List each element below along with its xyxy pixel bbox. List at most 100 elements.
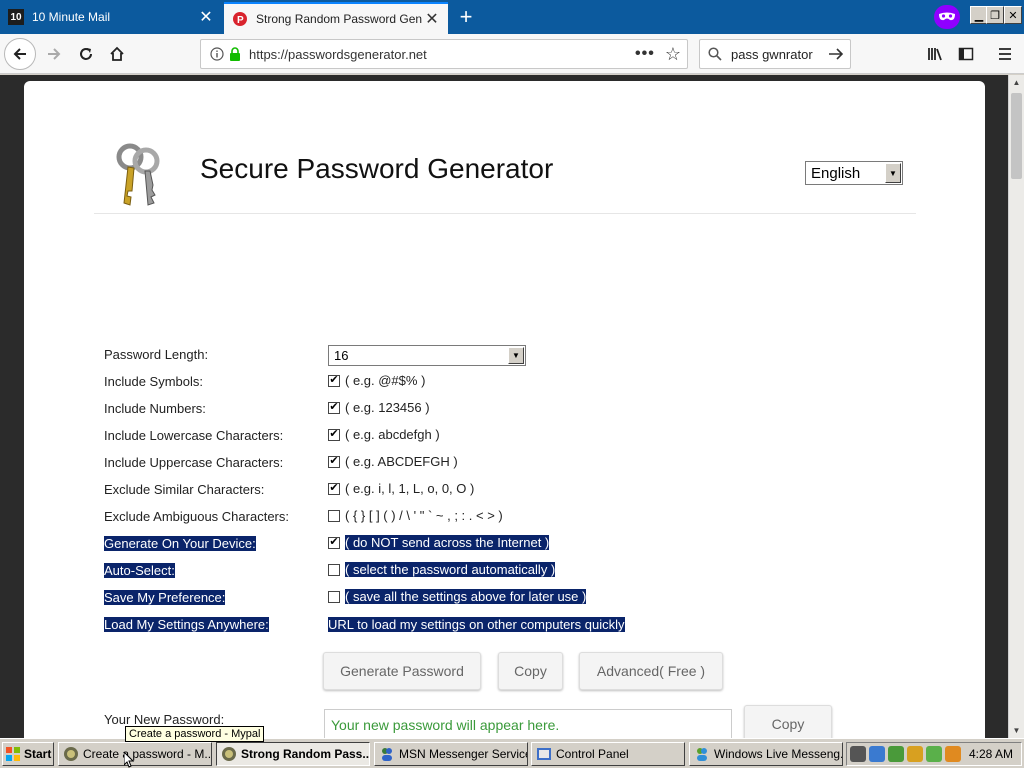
sidebar-button[interactable]	[950, 38, 982, 70]
taskbar-item-windows-live[interactable]: Windows Live Messeng...	[689, 742, 843, 766]
tab-10-minute-mail[interactable]: 10 10 Minute Mail ✕	[0, 0, 222, 34]
scrollbar-thumb[interactable]	[1011, 93, 1022, 179]
start-button[interactable]: Start	[2, 742, 54, 766]
url-text[interactable]: https://passwordsgenerator.net	[249, 47, 635, 62]
new-tab-icon[interactable]: +	[454, 4, 478, 29]
include-numbers-option: ✔ ( e.g. 123456 )	[328, 400, 430, 415]
taskbar-item-msn[interactable]: MSN Messenger Service	[374, 742, 528, 766]
exclude-ambiguous-option: ( { } [ ] ( ) / \ ' " ` ~ , ; : . < > )	[328, 508, 503, 523]
auto-select-checkbox[interactable]	[328, 563, 340, 576]
search-bar[interactable]: pass gwnrator	[699, 39, 851, 69]
hamburger-menu-icon	[999, 48, 1011, 60]
forward-button[interactable]	[38, 38, 70, 70]
include-uppercase-option: ✔ ( e.g. ABCDEFGH )	[328, 454, 458, 469]
auto-select-hint: ( select the password automatically )	[345, 562, 556, 577]
language-select[interactable]: English ▼	[805, 161, 903, 185]
exclude-similar-checkbox[interactable]: ✔	[328, 482, 340, 495]
generate-on-device-checkbox[interactable]: ✔	[328, 536, 340, 549]
include-symbols-label: Include Symbols:	[104, 374, 203, 389]
tab-title: 10 Minute Mail	[32, 10, 111, 24]
search-icon	[708, 47, 722, 61]
language-value: English	[811, 164, 861, 182]
windows-flag-icon	[6, 747, 20, 761]
auto-select-label: Auto-Select:	[104, 563, 175, 578]
new-password-field[interactable]: Your new password will appear here.	[324, 709, 732, 738]
include-lowercase-hint: ( e.g. abcdefgh )	[345, 427, 440, 442]
search-go-arrow-icon[interactable]	[828, 47, 844, 61]
tenminutemail-favicon-icon: 10	[8, 9, 24, 25]
taskbar-item-password-generator[interactable]: Strong Random Pass...	[216, 742, 370, 766]
generate-on-device-hint: ( do NOT send across the Internet )	[345, 535, 550, 550]
start-label: Start	[24, 747, 52, 761]
include-numbers-hint: ( e.g. 123456 )	[345, 400, 430, 415]
security-shield-tray-icon[interactable]	[907, 746, 923, 762]
include-lowercase-checkbox[interactable]: ✔	[328, 428, 340, 441]
copy-button[interactable]: Copy	[498, 652, 563, 690]
restore-window-button[interactable]: ❐	[986, 6, 1004, 24]
exclude-ambiguous-checkbox[interactable]	[328, 509, 340, 522]
new-password-label: Your New Password:	[104, 712, 225, 727]
include-symbols-option: ✔ ( e.g. @#$% )	[328, 373, 425, 388]
page-actions-icon[interactable]: •••	[635, 45, 655, 63]
info-icon[interactable]	[210, 47, 224, 61]
advanced-button[interactable]: Advanced( Free )	[579, 652, 723, 690]
navigation-toolbar: https://passwordsgenerator.net ••• ☆ pas…	[0, 34, 1024, 74]
include-uppercase-hint: ( e.g. ABCDEFGH )	[345, 454, 458, 469]
exclude-ambiguous-label: Exclude Ambiguous Characters:	[104, 509, 289, 524]
include-symbols-checkbox[interactable]: ✔	[328, 374, 340, 387]
page-scrollbar[interactable]: ▲ ▼	[1008, 75, 1024, 738]
generate-on-device-label: Generate On Your Device:	[104, 536, 256, 551]
password-length-select[interactable]: 16 ▼	[328, 345, 526, 366]
home-button[interactable]	[101, 38, 133, 70]
header-divider	[94, 213, 916, 214]
generate-password-button[interactable]: Generate Password	[323, 652, 481, 690]
tab-strip: 10 10 Minute Mail ✕ P Strong Random Pass…	[0, 0, 1024, 34]
lock-icon[interactable]	[229, 47, 241, 61]
mouse-cursor-icon	[124, 752, 134, 768]
copy-new-password-button[interactable]: Copy	[744, 705, 832, 738]
chevron-down-icon[interactable]: ▼	[885, 163, 901, 183]
messenger-tray-icon[interactable]	[888, 746, 904, 762]
network-tray-icon[interactable]	[869, 746, 885, 762]
search-tray-icon[interactable]	[945, 746, 961, 762]
close-tab-icon[interactable]: ✕	[422, 9, 442, 29]
taskbar-item-control-panel[interactable]: Control Panel	[531, 742, 685, 766]
taskbar-item-label: Strong Random Pass...	[241, 747, 370, 761]
search-input[interactable]: pass gwnrator	[731, 47, 828, 62]
keys-logo-icon	[116, 143, 160, 206]
page-card: Secure Password Generator English ▼ Pass…	[24, 81, 985, 738]
library-button[interactable]	[919, 38, 951, 70]
tab-title: Strong Random Password Generat	[256, 12, 422, 26]
home-icon	[110, 46, 124, 61]
back-button[interactable]	[4, 38, 36, 70]
save-preference-option: ( save all the settings above for later …	[328, 589, 587, 604]
password-length-label: Password Length:	[104, 347, 209, 362]
control-panel-icon	[537, 748, 551, 760]
reload-button[interactable]	[70, 38, 102, 70]
save-preference-hint: ( save all the settings above for later …	[345, 589, 587, 604]
menu-button[interactable]	[989, 38, 1021, 70]
exclude-ambiguous-hint: ( { } [ ] ( ) / \ ' " ` ~ , ; : . < > )	[345, 508, 503, 523]
url-bar[interactable]: https://passwordsgenerator.net ••• ☆	[200, 39, 688, 69]
save-preference-checkbox[interactable]	[328, 590, 340, 603]
close-tab-icon[interactable]: ✕	[196, 7, 216, 27]
include-lowercase-option: ✔ ( e.g. abcdefgh )	[328, 427, 440, 442]
private-browsing-mask-icon	[934, 5, 960, 29]
update-tray-icon[interactable]	[926, 746, 942, 762]
taskbar-item-label: Create a password - M...	[83, 747, 212, 761]
chevron-down-icon[interactable]: ▼	[508, 347, 524, 364]
keyboard-tray-icon[interactable]	[850, 746, 866, 762]
load-settings-label: Load My Settings Anywhere:	[104, 617, 269, 632]
taskbar-item-mypal[interactable]: Create a password - M...	[58, 742, 212, 766]
scroll-down-icon[interactable]: ▼	[1009, 723, 1024, 738]
close-window-button[interactable]: ✕	[1004, 6, 1022, 24]
include-uppercase-checkbox[interactable]: ✔	[328, 455, 340, 468]
bookmark-star-icon[interactable]: ☆	[665, 44, 681, 65]
mypal-app-icon	[64, 747, 78, 761]
tab-password-generator[interactable]: P Strong Random Password Generat ✕	[224, 2, 448, 34]
taskbar-tooltip: Create a password - Mypal	[125, 726, 265, 742]
load-settings-link[interactable]: URL to load my settings on other compute…	[328, 617, 625, 632]
include-numbers-checkbox[interactable]: ✔	[328, 401, 340, 414]
scroll-up-icon[interactable]: ▲	[1009, 75, 1024, 90]
clock[interactable]: 4:28 AM	[969, 747, 1013, 761]
